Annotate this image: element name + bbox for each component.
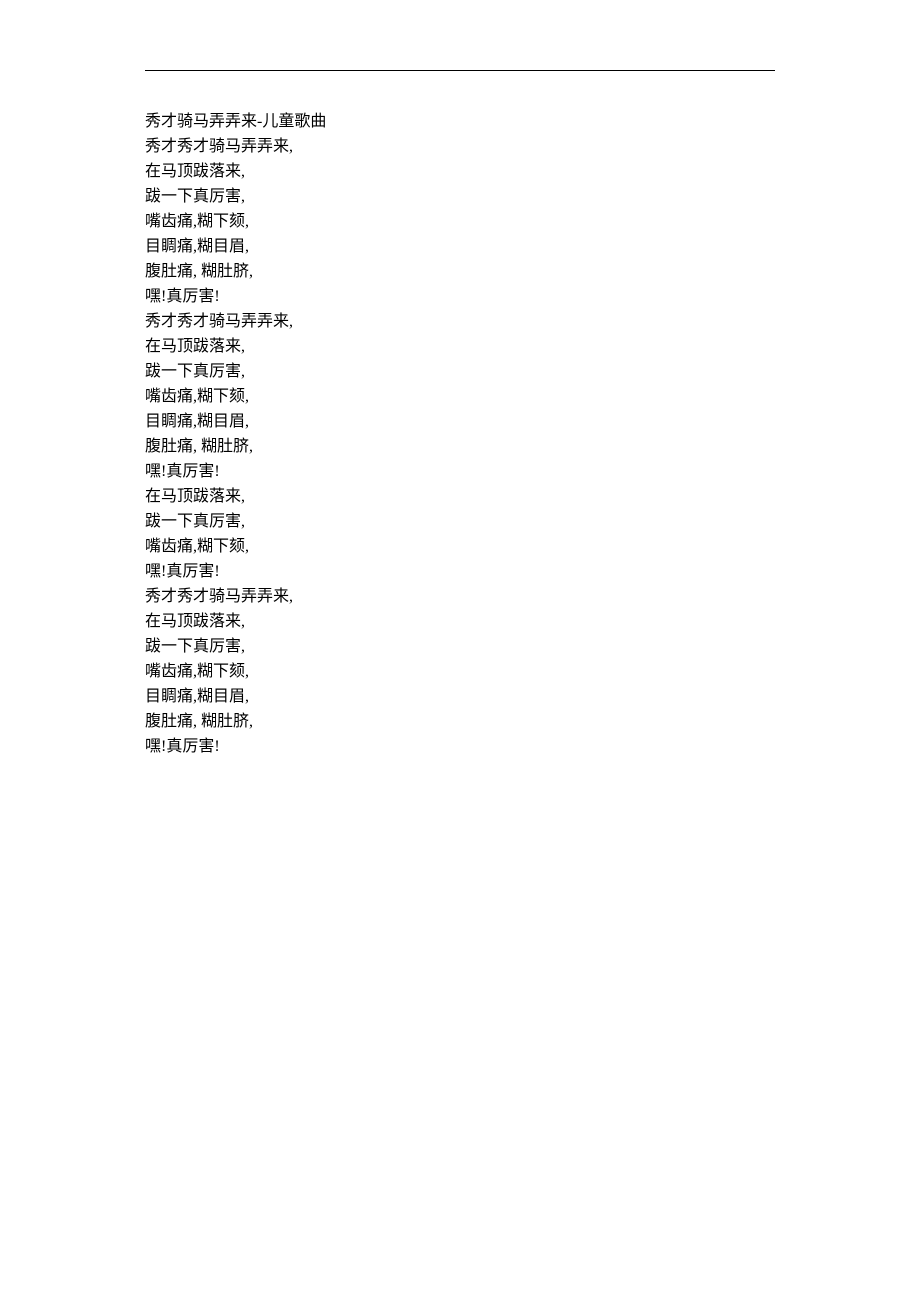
lyric-line: 在马顶跋落来, (145, 484, 775, 509)
lyric-line: 在马顶跋落来, (145, 159, 775, 184)
lyric-line: 秀才骑马弄弄来-儿童歌曲 (145, 109, 775, 134)
lyric-line: 秀才秀才骑马弄弄来, (145, 584, 775, 609)
lyric-line: 在马顶跋落来, (145, 609, 775, 634)
page-divider (145, 70, 775, 71)
lyric-line: 目睭痛,糊目眉, (145, 684, 775, 709)
lyric-line: 腹肚痛, 糊肚脐, (145, 434, 775, 459)
lyric-line: 跋一下真厉害, (145, 359, 775, 384)
lyric-line: 跋一下真厉害, (145, 634, 775, 659)
lyric-line: 秀才秀才骑马弄弄来, (145, 134, 775, 159)
lyric-line: 嘿!真厉害! (145, 459, 775, 484)
lyric-line: 腹肚痛, 糊肚脐, (145, 259, 775, 284)
lyric-line: 目睭痛,糊目眉, (145, 234, 775, 259)
lyric-line: 嘴齿痛,糊下颏, (145, 384, 775, 409)
lyric-line: 在马顶跋落来, (145, 334, 775, 359)
lyric-line: 目睭痛,糊目眉, (145, 409, 775, 434)
lyric-line: 嘴齿痛,糊下颏, (145, 209, 775, 234)
lyric-line: 跋一下真厉害, (145, 509, 775, 534)
lyric-line: 嘴齿痛,糊下颏, (145, 659, 775, 684)
lyric-line: 秀才秀才骑马弄弄来, (145, 309, 775, 334)
lyric-line: 嘿!真厉害! (145, 559, 775, 584)
lyric-line: 腹肚痛, 糊肚脐, (145, 709, 775, 734)
lyric-line: 嘿!真厉害! (145, 734, 775, 759)
document-page: 秀才骑马弄弄来-儿童歌曲 秀才秀才骑马弄弄来, 在马顶跋落来, 跋一下真厉害, … (0, 0, 920, 759)
lyric-line: 嘿!真厉害! (145, 284, 775, 309)
lyric-line: 嘴齿痛,糊下颏, (145, 534, 775, 559)
lyrics-content: 秀才骑马弄弄来-儿童歌曲 秀才秀才骑马弄弄来, 在马顶跋落来, 跋一下真厉害, … (145, 109, 775, 759)
lyric-line: 跋一下真厉害, (145, 184, 775, 209)
